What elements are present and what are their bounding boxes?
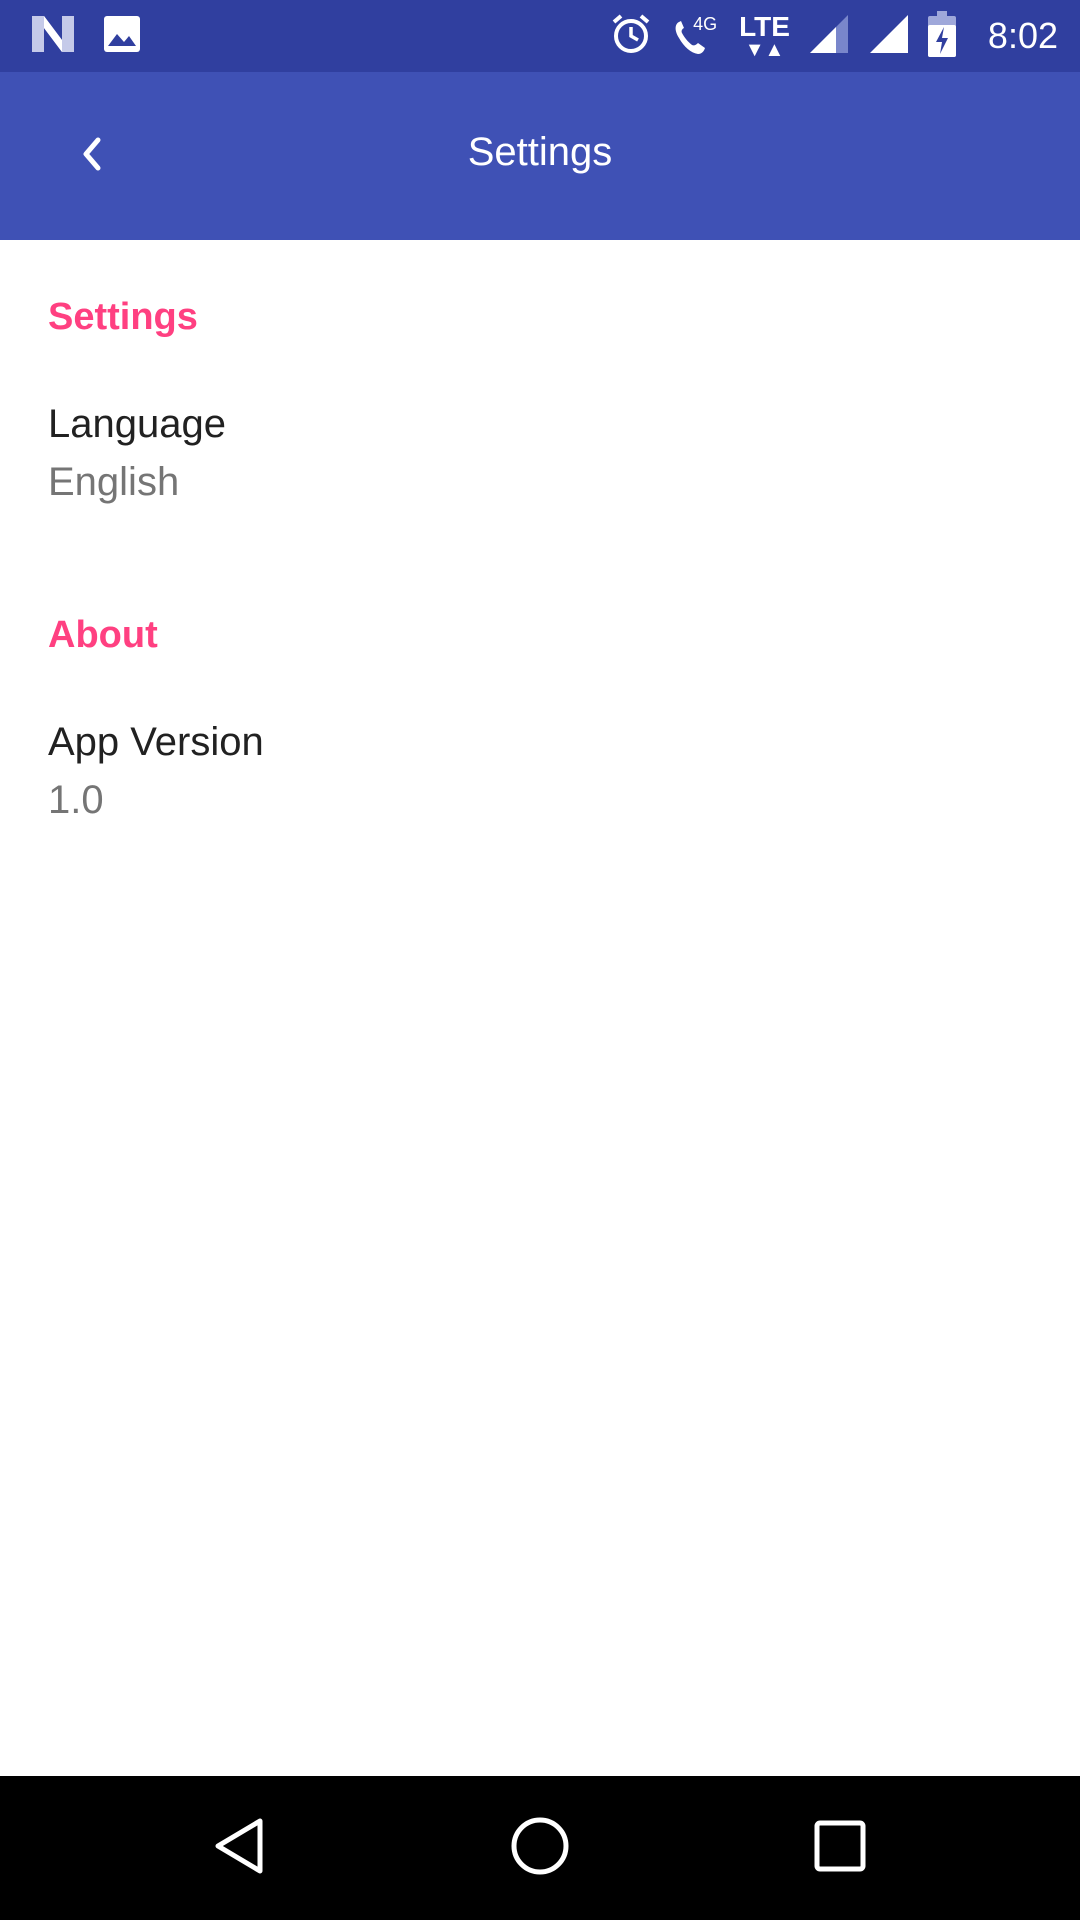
status-right-icons: 4G LTE ▼▲ 8:02	[609, 10, 1058, 62]
status-time: 8:02	[987, 15, 1058, 56]
language-preference[interactable]: Language English	[0, 402, 1080, 542]
battery-charging-icon	[927, 10, 956, 62]
lte-icon: LTE ▼▲	[739, 11, 790, 61]
status-bar: 4G LTE ▼▲ 8:02	[0, 0, 1080, 72]
wifi-call-icon: 4G	[671, 14, 721, 58]
app-bar: Settings	[0, 72, 1080, 240]
image-icon	[102, 14, 142, 59]
app-version-preference[interactable]: App Version 1.0	[0, 720, 1080, 860]
page-title: Settings	[467, 130, 613, 174]
alarm-icon	[609, 12, 653, 61]
signal-icon	[808, 13, 850, 60]
navigation-bar	[0, 1776, 1080, 1920]
section-header-settings: Settings	[48, 296, 198, 338]
status-left-icons	[30, 14, 142, 59]
square-recents-icon	[813, 1819, 867, 1878]
section-header-about: About	[48, 614, 158, 656]
preference-summary: English	[48, 460, 180, 504]
nav-recents-button[interactable]	[790, 1798, 890, 1898]
triangle-back-icon	[210, 1815, 270, 1882]
nav-home-button[interactable]	[490, 1798, 590, 1898]
preference-title: App Version	[48, 720, 264, 764]
network-badge: 4G	[693, 14, 718, 34]
lte-label: LTE	[739, 11, 790, 42]
circle-home-icon	[509, 1815, 571, 1882]
signal-icon	[868, 13, 910, 60]
preference-title: Language	[48, 402, 226, 446]
nav-back-button[interactable]	[190, 1798, 290, 1898]
n-logo-icon	[30, 14, 76, 59]
preference-summary: 1.0	[48, 778, 104, 822]
